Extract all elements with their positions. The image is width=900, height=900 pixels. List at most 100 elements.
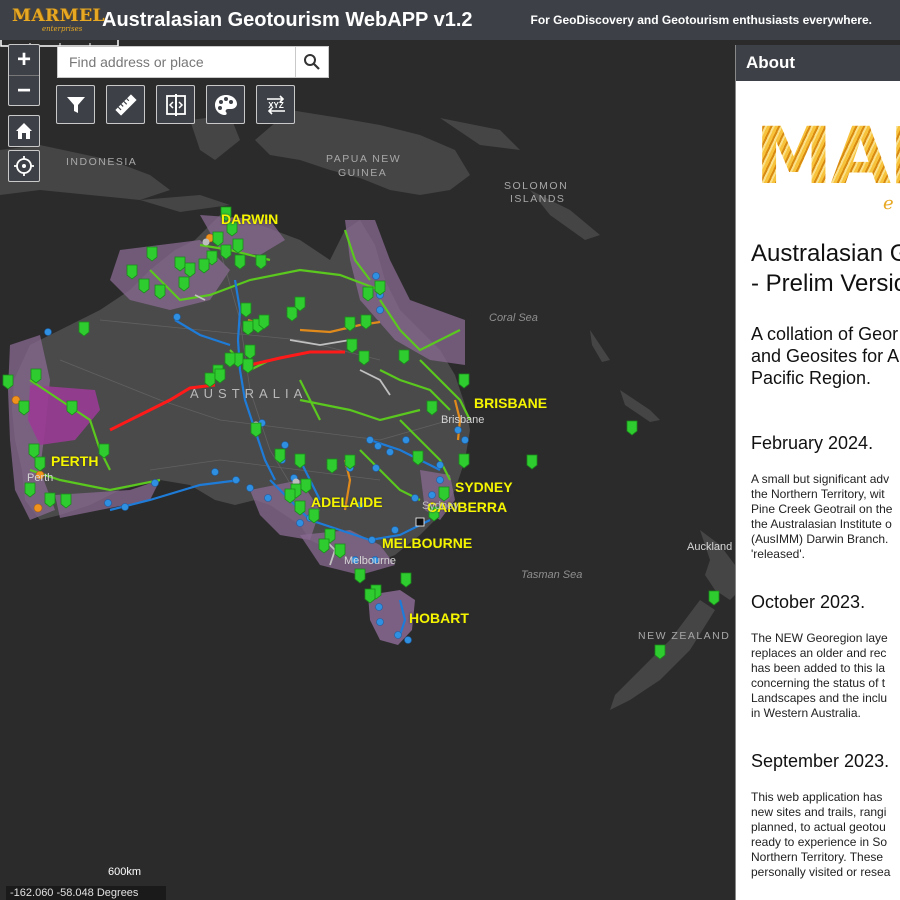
geosite-marker[interactable] — [426, 400, 438, 416]
filter-button[interactable] — [56, 85, 95, 124]
geosite-marker[interactable] — [374, 280, 386, 296]
city-adelaide[interactable]: ADELAIDE — [311, 494, 383, 510]
geosite-marker[interactable] — [34, 456, 46, 472]
about-heading-line: Australasian G — [751, 240, 900, 267]
geosite-marker[interactable] — [344, 454, 356, 470]
geosite-marker[interactable] — [98, 443, 110, 459]
news-text: A small but significant adv the Northern … — [751, 472, 900, 562]
geosite-marker[interactable] — [24, 482, 36, 498]
basemap-gallery-button[interactable] — [206, 85, 245, 124]
zoom-out-button[interactable]: − — [9, 75, 39, 105]
label-png-line1: PAPUA NEW — [326, 153, 402, 165]
city-sydney[interactable]: SYDNEY — [455, 479, 513, 495]
search-button[interactable] — [295, 47, 328, 77]
geosite-marker[interactable] — [18, 400, 30, 416]
geosite-marker[interactable] — [400, 572, 412, 588]
geosite-marker[interactable] — [526, 454, 538, 470]
about-intro-line: Pacific Region. — [751, 368, 872, 388]
geosite-marker[interactable] — [184, 262, 196, 278]
geosite-marker[interactable] — [198, 258, 210, 274]
marmel-logo[interactable]: MARMEL enterprises — [12, 5, 105, 35]
geosite-marker[interactable] — [300, 478, 312, 494]
geosite-marker[interactable] — [60, 493, 72, 509]
geosite-marker[interactable] — [360, 314, 372, 330]
news-text: This web application has new sites and tr… — [751, 790, 900, 880]
city-melbourne[interactable]: MELBOURNE — [382, 535, 472, 551]
city-brisbane[interactable]: BRISBANE — [474, 395, 547, 411]
geosite-marker[interactable] — [212, 231, 224, 247]
locate-button[interactable] — [8, 150, 40, 182]
about-heading-line: - Prelim Versio — [751, 270, 900, 297]
geosite-marker[interactable] — [204, 372, 216, 388]
search-input[interactable] — [58, 47, 295, 77]
zoom-control: + − — [8, 44, 40, 106]
geosite-marker[interactable] — [2, 374, 14, 390]
geosite-marker[interactable] — [214, 368, 226, 384]
geosite-marker[interactable] — [398, 349, 410, 365]
geosite-marker[interactable] — [154, 284, 166, 300]
city-darwin[interactable]: DARWIN — [221, 211, 278, 227]
geosite-marker[interactable] — [44, 492, 56, 508]
geosite-marker[interactable] — [344, 316, 356, 332]
news-text-line: has been added to this la — [751, 661, 886, 675]
geosite-marker[interactable] — [362, 286, 374, 302]
geosite-marker[interactable] — [294, 500, 306, 516]
city-perth[interactable]: PERTH — [51, 453, 98, 469]
geosite-marker[interactable] — [326, 458, 338, 474]
geosite-marker[interactable] — [308, 508, 320, 524]
label-png-line2: GUINEA — [338, 167, 388, 179]
about-panel-body[interactable]: MAR e Australasian G - Prelim Versio A c… — [736, 118, 900, 880]
geosite-marker[interactable] — [178, 276, 190, 292]
about-heading: Australasian G - Prelim Versio — [751, 239, 900, 299]
geosite-marker[interactable] — [244, 344, 256, 360]
geosite-marker[interactable] — [255, 254, 267, 270]
geosite-marker[interactable] — [232, 238, 244, 254]
geosite-marker[interactable] — [250, 422, 262, 438]
geosite-marker[interactable] — [654, 644, 666, 660]
geosite-marker[interactable] — [224, 352, 236, 368]
news-text-line: concerning the status of t — [751, 676, 886, 690]
geosite-marker[interactable] — [364, 588, 376, 604]
home-button[interactable] — [8, 115, 40, 147]
geosite-marker[interactable] — [354, 568, 366, 584]
news-text-line: A small but significant adv — [751, 472, 890, 486]
filter-icon — [66, 96, 85, 113]
xyz-coordinate-button[interactable]: XYZ — [256, 85, 295, 124]
news-text: The NEW Georegion laye replaces an older … — [751, 631, 900, 721]
geosite-marker[interactable] — [458, 453, 470, 469]
geosite-marker[interactable] — [358, 350, 370, 366]
xyz-coordinate-icon: XYZ — [266, 94, 285, 115]
logo-text: MARMEL — [12, 6, 105, 26]
geosite-marker[interactable] — [284, 488, 296, 504]
geosite-marker[interactable] — [66, 400, 78, 416]
news-text-line: This web application has — [751, 790, 883, 804]
geosite-marker[interactable] — [626, 420, 638, 436]
geosite-marker[interactable] — [174, 256, 186, 272]
geosite-marker[interactable] — [286, 306, 298, 322]
geosite-marker[interactable] — [346, 338, 358, 354]
geosite-marker[interactable] — [146, 246, 158, 262]
geosite-marker[interactable] — [30, 368, 42, 384]
geosite-marker[interactable] — [126, 264, 138, 280]
geosite-marker[interactable] — [234, 254, 246, 270]
geosite-marker[interactable] — [708, 590, 720, 606]
geosite-marker[interactable] — [294, 453, 306, 469]
geosite-marker[interactable] — [78, 321, 90, 337]
swipe-compare-button[interactable] — [156, 85, 195, 124]
about-panel-title[interactable]: About — [736, 45, 900, 81]
geosite-marker[interactable] — [274, 448, 286, 464]
geosite-marker[interactable] — [242, 320, 254, 336]
city-hobart[interactable]: HOBART — [409, 610, 469, 626]
home-icon — [16, 123, 32, 139]
geosite-marker[interactable] — [412, 450, 424, 466]
geosite-marker[interactable] — [28, 443, 40, 459]
geosite-marker[interactable] — [220, 244, 232, 260]
geosite-marker[interactable] — [242, 358, 254, 374]
basemap-gallery-icon — [214, 94, 237, 115]
zoom-in-button[interactable]: + — [9, 45, 39, 75]
measure-button[interactable] — [106, 85, 145, 124]
geosite-marker[interactable] — [240, 302, 252, 318]
geosite-marker[interactable] — [458, 373, 470, 389]
geosite-marker[interactable] — [318, 538, 330, 554]
geosite-marker[interactable] — [138, 278, 150, 294]
